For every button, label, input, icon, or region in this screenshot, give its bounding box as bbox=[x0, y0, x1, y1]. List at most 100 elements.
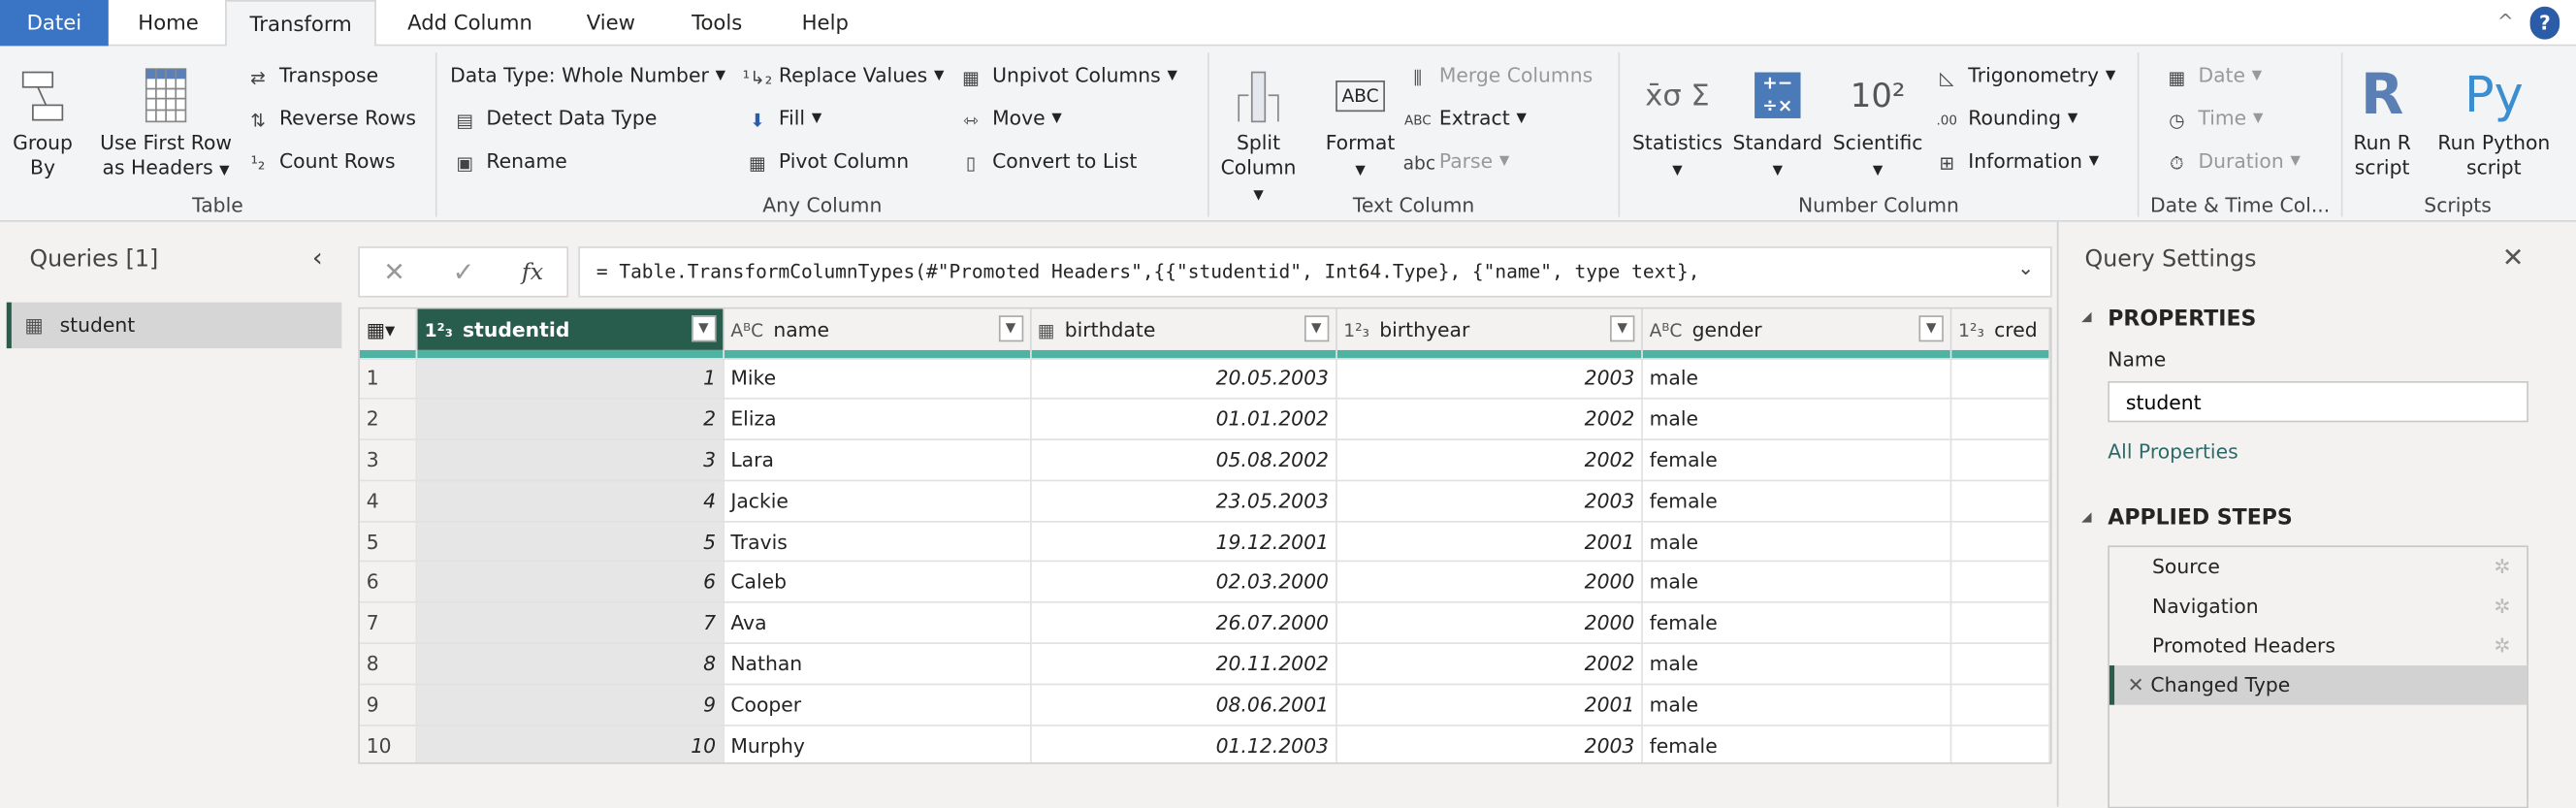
filter-dropdown-icon[interactable]: ▼ bbox=[1304, 315, 1329, 342]
column-header-gender[interactable]: AᴮC gender ▼ bbox=[1642, 308, 1952, 350]
standard-button[interactable]: +− ÷× Standard ▼ bbox=[1728, 59, 1827, 182]
cell-birthdate[interactable]: 19.12.2001 bbox=[1030, 521, 1337, 564]
step-navigation[interactable]: Navigation ✲ bbox=[2109, 587, 2527, 627]
row-number[interactable]: 9 bbox=[359, 684, 418, 727]
merge-columns-button[interactable]: ⫼ Merge Columns bbox=[1403, 59, 1594, 92]
gear-icon[interactable]: ✲ bbox=[2494, 626, 2510, 665]
cell-cred[interactable] bbox=[1950, 684, 2050, 727]
column-header-birthdate[interactable]: ▦ birthdate ▼ bbox=[1030, 308, 1337, 350]
cell-name[interactable]: Nathan bbox=[723, 643, 1032, 686]
row-number[interactable]: 3 bbox=[359, 439, 418, 482]
tab-home[interactable]: Home bbox=[115, 0, 222, 46]
close-settings-icon[interactable]: ✕ bbox=[2502, 242, 2525, 273]
parse-button[interactable]: abc Parse ▼ bbox=[1403, 145, 1510, 178]
step-source[interactable]: Source ✲ bbox=[2109, 547, 2527, 587]
cell-name[interactable]: Ava bbox=[723, 602, 1032, 645]
move-button[interactable]: ⇿ Move ▼ bbox=[956, 102, 1062, 135]
rename-button[interactable]: ▣ Rename bbox=[450, 145, 567, 178]
cell-birthyear[interactable]: 2003 bbox=[1336, 480, 1643, 523]
cell-gender[interactable]: male bbox=[1642, 399, 1952, 441]
row-number[interactable]: 10 bbox=[359, 725, 418, 762]
split-column-button[interactable]: Split Column ▼ bbox=[1215, 59, 1301, 207]
cell-gender[interactable]: male bbox=[1642, 684, 1952, 727]
cell-birthyear[interactable]: 2001 bbox=[1336, 521, 1643, 564]
cell-birthdate[interactable]: 01.12.2003 bbox=[1030, 725, 1337, 762]
cell-birthdate[interactable]: 08.06.2001 bbox=[1030, 684, 1337, 727]
cell-name[interactable]: Murphy bbox=[723, 725, 1032, 762]
tab-transform[interactable]: Transform bbox=[225, 0, 376, 48]
collapse-triangle-icon[interactable]: ◢ bbox=[2081, 509, 2091, 524]
cell-birthdate[interactable]: 05.08.2002 bbox=[1030, 439, 1337, 482]
convert-to-list-button[interactable]: ▯ Convert to List bbox=[956, 145, 1137, 178]
collapse-ribbon-icon[interactable]: ^ bbox=[2497, 10, 2514, 33]
run-python-script-button[interactable]: Py Run Python script bbox=[2429, 59, 2560, 180]
cell-studentid[interactable]: 9 bbox=[416, 684, 724, 727]
cell-gender[interactable]: female bbox=[1642, 480, 1952, 523]
trigonometry-button[interactable]: ◺ Trigonometry ▼ bbox=[1932, 59, 2115, 92]
cell-cred[interactable] bbox=[1950, 439, 2050, 482]
cell-birthdate[interactable]: 01.01.2002 bbox=[1030, 399, 1337, 441]
fill-button[interactable]: ⬇ Fill ▼ bbox=[743, 102, 821, 135]
cell-studentid[interactable]: 1 bbox=[416, 358, 724, 401]
pivot-column-button[interactable]: ▦ Pivot Column bbox=[743, 145, 909, 178]
cell-cred[interactable] bbox=[1950, 399, 2050, 441]
extract-button[interactable]: ABC Extract ▼ bbox=[1403, 102, 1527, 135]
cell-studentid[interactable]: 4 bbox=[416, 480, 724, 523]
filter-dropdown-icon[interactable]: ▼ bbox=[1918, 315, 1944, 342]
count-rows-button[interactable]: ¹₂ Count Rows bbox=[243, 145, 395, 178]
formula-input[interactable]: = Table.TransformColumnTypes(#"Promoted … bbox=[578, 246, 2052, 298]
column-header-name[interactable]: AᴮC name ▼ bbox=[723, 308, 1032, 350]
column-header-studentid[interactable]: 1²₃ studentid ▼ bbox=[416, 308, 724, 350]
row-number[interactable]: 4 bbox=[359, 480, 418, 523]
cell-studentid[interactable]: 3 bbox=[416, 439, 724, 482]
time-button[interactable]: ◷ Time ▼ bbox=[2162, 102, 2263, 135]
duration-button[interactable]: ⏱ Duration ▼ bbox=[2162, 145, 2301, 178]
tab-file[interactable]: Datei bbox=[0, 0, 109, 47]
row-number[interactable]: 8 bbox=[359, 643, 418, 686]
query-name-input[interactable] bbox=[2108, 380, 2528, 423]
collapse-queries-icon[interactable]: ‹ bbox=[312, 242, 323, 273]
cell-studentid[interactable]: 8 bbox=[416, 643, 724, 686]
text-type-icon[interactable]: AᴮC bbox=[1650, 319, 1683, 340]
step-promoted-headers[interactable]: Promoted Headers ✲ bbox=[2109, 626, 2527, 665]
cell-cred[interactable] bbox=[1950, 602, 2050, 645]
cancel-formula-icon[interactable]: ✕ bbox=[383, 256, 405, 287]
cell-gender[interactable]: male bbox=[1642, 521, 1952, 564]
whole-number-type-icon[interactable]: 1²₃ bbox=[1958, 319, 1984, 340]
filter-dropdown-icon[interactable]: ▼ bbox=[998, 315, 1023, 342]
filter-dropdown-icon[interactable]: ▼ bbox=[1609, 315, 1635, 342]
gear-icon[interactable]: ✲ bbox=[2494, 587, 2510, 627]
row-number[interactable]: 6 bbox=[359, 562, 418, 604]
transpose-button[interactable]: ⇄ Transpose bbox=[243, 59, 378, 92]
cell-studentid[interactable]: 5 bbox=[416, 521, 724, 564]
information-button[interactable]: ⊞ Information ▼ bbox=[1932, 145, 2099, 178]
cell-birthyear[interactable]: 2002 bbox=[1336, 439, 1643, 482]
cell-cred[interactable] bbox=[1950, 725, 2050, 762]
cell-name[interactable]: Cooper bbox=[723, 684, 1032, 727]
scientific-button[interactable]: 10² Scientific ▼ bbox=[1830, 59, 1925, 182]
expand-formula-icon[interactable]: ⌄ bbox=[2017, 256, 2034, 279]
step-changed-type[interactable]: ✕ Changed Type bbox=[2109, 665, 2528, 705]
group-by-button[interactable]: Group By bbox=[10, 59, 76, 180]
query-item-student[interactable]: ▦ student bbox=[6, 302, 342, 349]
row-number[interactable]: 2 bbox=[359, 399, 418, 441]
cell-birthyear[interactable]: 2003 bbox=[1336, 358, 1643, 401]
cell-birthdate[interactable]: 20.11.2002 bbox=[1030, 643, 1337, 686]
cell-cred[interactable] bbox=[1950, 521, 2050, 564]
cell-birthyear[interactable]: 2000 bbox=[1336, 602, 1643, 645]
replace-values-button[interactable]: ¹↳₂ Replace Values ▼ bbox=[743, 59, 945, 92]
cell-name[interactable]: Mike bbox=[723, 358, 1032, 401]
cell-birthdate[interactable]: 26.07.2000 bbox=[1030, 602, 1337, 645]
cell-birthdate[interactable]: 02.03.2000 bbox=[1030, 562, 1337, 604]
cell-studentid[interactable]: 10 bbox=[416, 725, 724, 762]
cell-gender[interactable]: female bbox=[1642, 725, 1952, 762]
date-button[interactable]: ▦ Date ▼ bbox=[2162, 59, 2263, 92]
cell-gender[interactable]: male bbox=[1642, 358, 1952, 401]
tab-help[interactable]: Help bbox=[779, 0, 872, 46]
unpivot-columns-button[interactable]: ▦ Unpivot Columns ▼ bbox=[956, 59, 1177, 92]
cell-name[interactable]: Travis bbox=[723, 521, 1032, 564]
cell-gender[interactable]: male bbox=[1642, 643, 1952, 686]
cell-gender[interactable]: female bbox=[1642, 439, 1952, 482]
date-type-icon[interactable]: ▦ bbox=[1038, 319, 1055, 340]
cell-gender[interactable]: male bbox=[1642, 562, 1952, 604]
